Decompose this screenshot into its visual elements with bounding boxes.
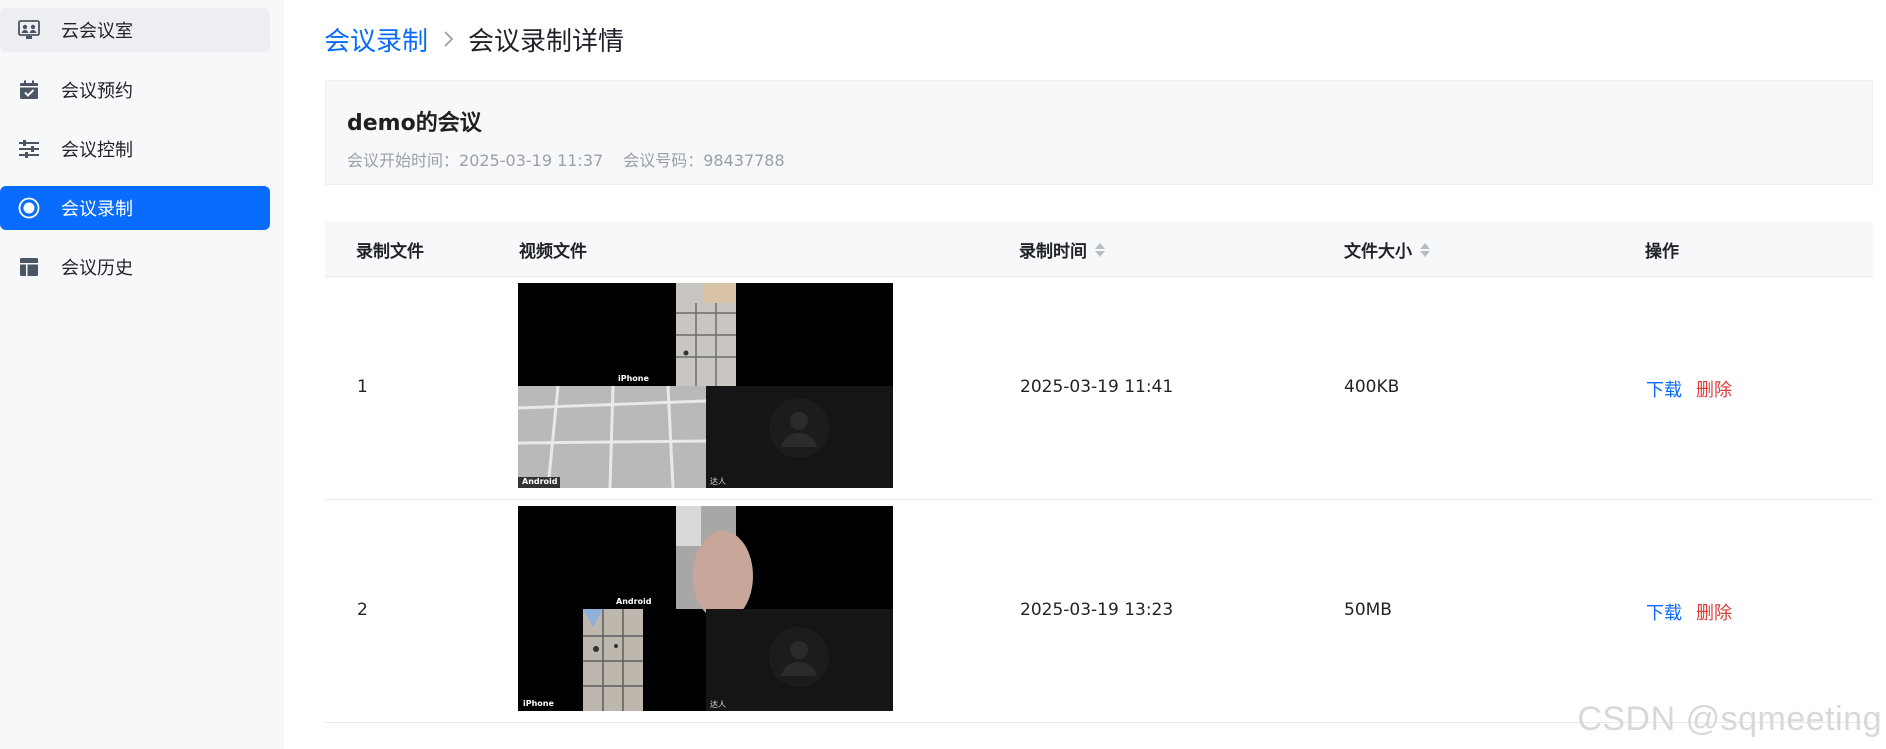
download-link[interactable]: 下载 <box>1646 376 1682 402</box>
sidebar-item-cloud-meeting-room[interactable]: 云会议室 <box>0 8 270 52</box>
sidebar-item-meeting-control[interactable]: 会议控制 <box>0 127 270 171</box>
header-recording-time-label: 录制时间 <box>1019 242 1087 262</box>
start-time-value: 2025-03-19 11:37 <box>459 151 604 170</box>
layout-history-icon <box>20 258 38 276</box>
row-index: 2 <box>357 600 368 620</box>
thumb-label: iPhone <box>523 699 554 708</box>
recordings-table: 录制文件 视频文件 录制时间 文件大小 操作 1 iPhone Android … <box>325 222 1873 723</box>
sidebar-item-meeting-history[interactable]: 会议历史 <box>0 245 270 289</box>
header-file-size[interactable]: 文件大小 <box>1344 222 1430 277</box>
row-index: 1 <box>357 377 368 397</box>
sidebar-item-label: 云会议室 <box>61 21 133 42</box>
video-frame-image <box>518 506 893 711</box>
header-recording-time[interactable]: 录制时间 <box>1019 222 1105 277</box>
file-size: 50MB <box>1344 600 1392 620</box>
main-content: 会议录制 会议录制详情 demo的会议 会议开始时间：2025-03-19 11… <box>284 0 1886 749</box>
record-icon <box>18 197 40 219</box>
delete-link[interactable]: 删除 <box>1696 376 1732 402</box>
download-link[interactable]: 下载 <box>1646 599 1682 625</box>
sidebar-item-label: 会议历史 <box>61 258 133 279</box>
chevron-right-icon <box>428 22 468 56</box>
page-title: 会议录制详情 <box>468 26 625 57</box>
sidebar-item-label: 会议录制 <box>61 199 133 220</box>
video-thumbnail[interactable]: Android iPhone 达人 <box>518 506 893 711</box>
file-size: 400KB <box>1344 377 1400 397</box>
recording-time: 2025-03-19 11:41 <box>1020 377 1174 397</box>
meeting-number-label: 会议号码： <box>623 151 704 170</box>
meeting-info-card: demo的会议 会议开始时间：2025-03-19 11:37 会议号码：9843… <box>325 80 1873 185</box>
meeting-title: demo的会议 <box>347 111 482 136</box>
header-actions: 操作 <box>1645 242 1679 262</box>
video-thumbnail[interactable]: iPhone Android 达人 <box>518 283 893 488</box>
start-time-label: 会议开始时间： <box>347 151 460 170</box>
sort-icon[interactable] <box>1095 242 1105 257</box>
thumb-label: iPhone <box>618 374 649 383</box>
thumb-label: 达人 <box>710 477 726 486</box>
thumb-label: 达人 <box>710 700 726 709</box>
header-video-file: 视频文件 <box>519 242 587 262</box>
meeting-meta: 会议开始时间：2025-03-19 11:37 会议号码：98437788 <box>347 147 785 171</box>
watermark: CSDN @sqmeeting <box>1577 700 1882 738</box>
sort-icon[interactable] <box>1420 242 1430 257</box>
row-actions: 下载 删除 <box>1646 500 1732 723</box>
video-frame-image <box>518 283 893 488</box>
sliders-icon <box>19 140 39 158</box>
breadcrumb-parent-link[interactable]: 会议录制 <box>324 21 428 58</box>
delete-link[interactable]: 删除 <box>1696 599 1732 625</box>
meeting-room-icon <box>18 20 40 39</box>
table-row: 1 iPhone Android 达人 2025-03-19 11:41 400… <box>325 277 1873 500</box>
breadcrumb: 会议录制 会议录制详情 <box>324 21 625 58</box>
recording-time: 2025-03-19 13:23 <box>1020 600 1174 620</box>
meeting-number-value: 98437788 <box>703 151 785 170</box>
sidebar-item-label: 会议控制 <box>61 140 133 161</box>
thumb-label: Android <box>616 597 652 606</box>
thumb-label: Android <box>522 477 558 486</box>
header-recording-file: 录制文件 <box>356 242 424 262</box>
sidebar-item-meeting-recording[interactable]: 会议录制 <box>0 186 270 230</box>
sidebar: 云会议室 会议预约 会议控制 会议录制 会议历史 <box>0 0 284 749</box>
calendar-check-icon <box>20 80 38 99</box>
header-file-size-label: 文件大小 <box>1344 242 1412 262</box>
sidebar-item-label: 会议预约 <box>61 81 133 102</box>
sidebar-item-meeting-booking[interactable]: 会议预约 <box>0 68 270 112</box>
row-actions: 下载 删除 <box>1646 277 1732 500</box>
table-header: 录制文件 视频文件 录制时间 文件大小 操作 <box>325 222 1873 277</box>
table-row: 2 Android iPhone 达人 2025-03-19 13:23 50M… <box>325 500 1873 723</box>
